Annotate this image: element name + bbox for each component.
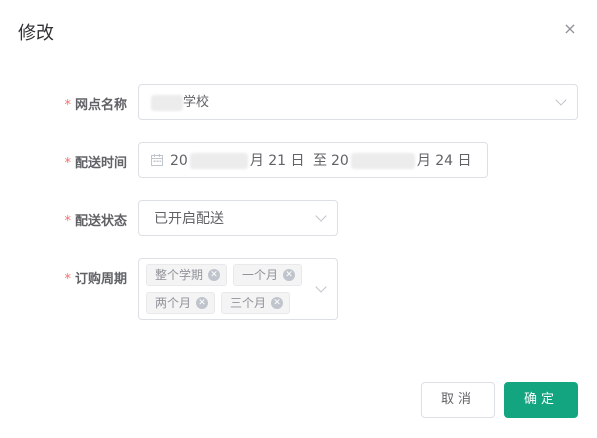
edit-dialog: 修改 × * 网点名称 学校 * 配送时间 20 月 21 日 至 20 月 2… [0,0,597,438]
delivery-status-label-text: 配送状态 [74,214,127,229]
close-icon[interactable]: × [561,20,579,38]
delivery-status-label: * 配送状态 [7,210,127,229]
tag-remove-icon[interactable]: ✕ [208,268,221,281]
end-date-suffix[interactable]: 月 24 日 [417,153,472,169]
calendar-icon [151,154,163,170]
tag-whole-semester: 整个学期 ✕ [146,264,228,286]
site-name-select[interactable]: 学校 [138,84,578,120]
chevron-down-icon [315,210,327,222]
tag-three-months: 三个月 ✕ [221,292,291,314]
start-date-prefix[interactable]: 20 [170,153,188,169]
tag-label: 三个月 [230,296,267,310]
tag-remove-icon[interactable]: ✕ [196,296,209,309]
form-row-site-name: * 网点名称 学校 [0,84,597,120]
tag-one-month: 一个月 ✕ [233,264,303,286]
site-name-value: 学校 [183,95,210,110]
date-range-separator: 至 [313,153,327,169]
tag-label: 一个月 [242,268,279,282]
tag-label: 整个学期 [155,268,204,282]
tag-two-months: 两个月 ✕ [146,292,216,314]
redacted-text [350,153,415,169]
required-mark: * [64,214,71,229]
redacted-text [151,94,183,111]
required-mark: * [64,272,71,287]
chevron-down-icon [555,94,567,106]
tag-label: 两个月 [155,296,192,310]
form-row-order-period: * 订购周期 整个学期 ✕ 一个月 ✕ 两个月 ✕ 三个月 ✕ [0,258,597,320]
order-period-multiselect[interactable]: 整个学期 ✕ 一个月 ✕ 两个月 ✕ 三个月 ✕ [138,258,338,320]
form-row-delivery-status: * 配送状态 已开启配送 [0,200,597,236]
date-range-picker[interactable]: 20 月 21 日 至 20 月 24 日 [138,142,488,178]
required-mark: * [64,156,71,171]
form-row-delivery-time: * 配送时间 20 月 21 日 至 20 月 24 日 [0,142,597,178]
site-name-label: * 网点名称 [7,94,127,113]
delivery-status-select[interactable]: 已开启配送 [138,200,338,236]
start-date-suffix[interactable]: 月 21 日 [250,153,305,169]
required-mark: * [64,98,71,113]
delivery-time-label: * 配送时间 [7,152,127,171]
tag-remove-icon[interactable]: ✕ [271,296,284,309]
order-period-label-text: 订购周期 [74,272,127,287]
end-date-prefix[interactable]: 20 [331,153,349,169]
redacted-text [189,153,248,169]
delivery-status-value: 已开启配送 [154,211,224,227]
delivery-time-label-text: 配送时间 [74,156,127,171]
site-name-label-text: 网点名称 [74,98,127,113]
order-period-label: * 订购周期 [7,268,127,287]
tag-remove-icon[interactable]: ✕ [283,268,296,281]
chevron-down-icon [315,281,327,293]
cancel-button[interactable]: 取消 [421,382,495,418]
dialog-title: 修改 [18,23,54,44]
confirm-button[interactable]: 确定 [504,382,578,418]
